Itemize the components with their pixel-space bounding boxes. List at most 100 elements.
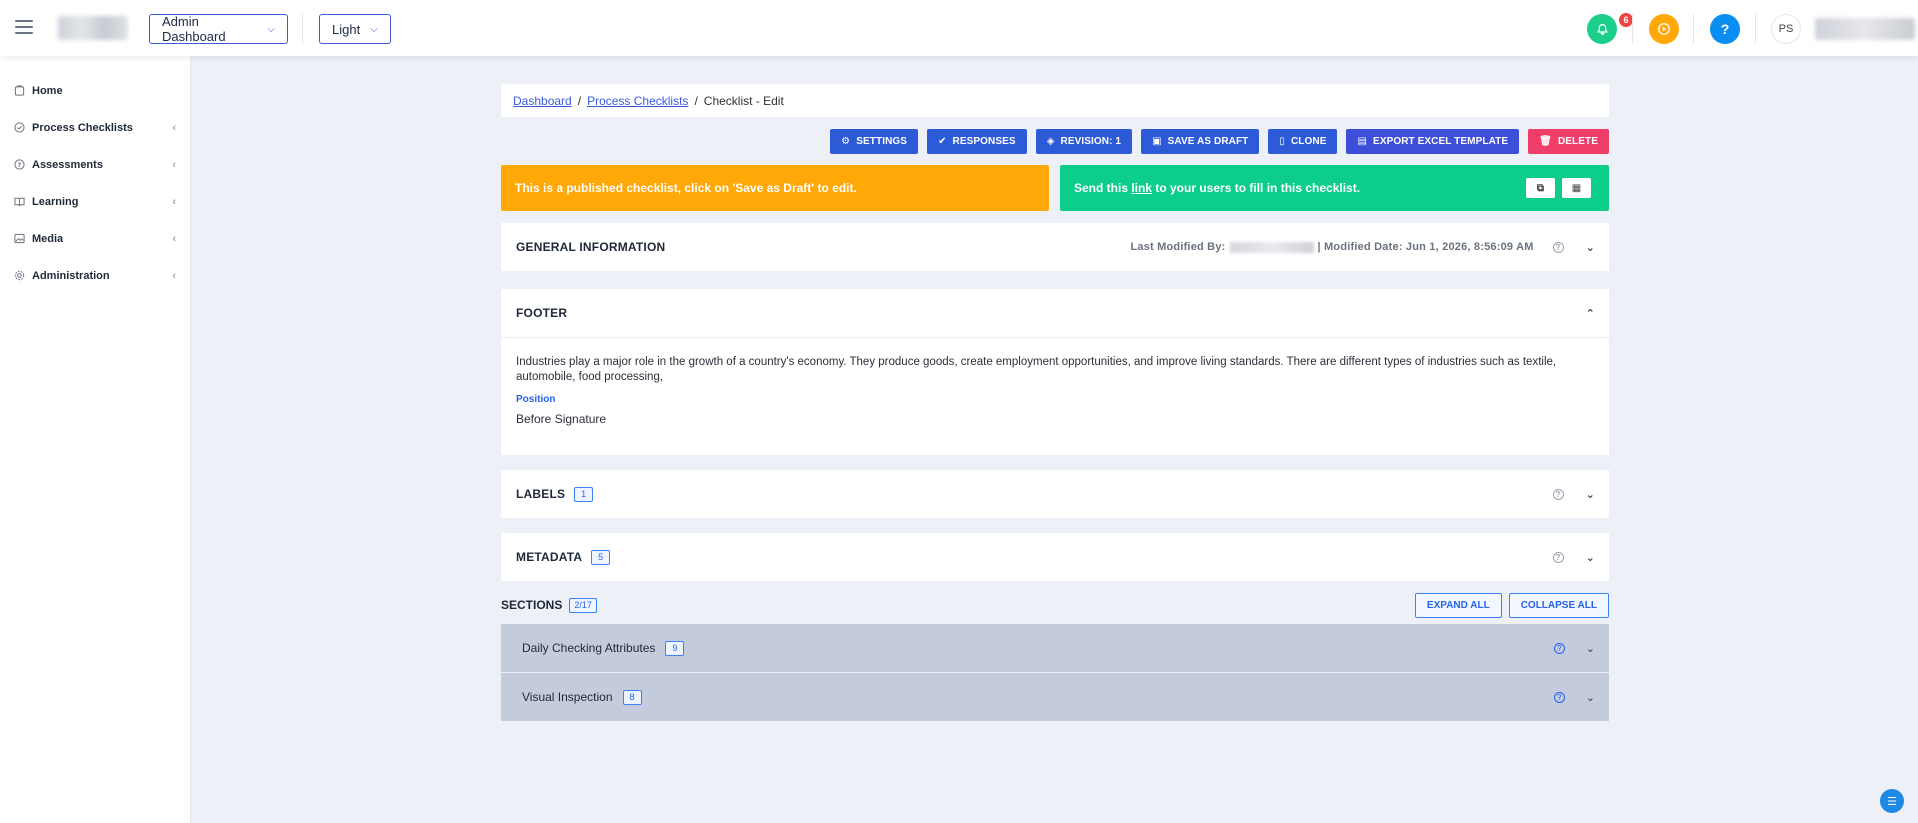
general-information-panel: GENERAL INFORMATION Last Modified By: | …: [501, 223, 1609, 271]
export-excel-template-button[interactable]: ▤ EXPORT EXCEL TEMPLATE: [1346, 129, 1520, 154]
chevron-left-icon: ‹: [172, 195, 176, 208]
export-button-label: EXPORT EXCEL TEMPLATE: [1373, 136, 1509, 147]
bell-icon[interactable]: [1587, 14, 1617, 44]
save-as-draft-button[interactable]: ▣ SAVE AS DRAFT: [1141, 129, 1260, 154]
top-bar: Admin Dashboard ⌵ Light ⌵ 6 ? PS: [0, 0, 1918, 56]
section-count-badge: 9: [665, 640, 685, 656]
footer-text: Industries play a major role in the grow…: [516, 356, 1557, 383]
metadata-header[interactable]: METADATA 5 ? ⌄: [501, 533, 1609, 581]
delete-button[interactable]: 🗑 DELETE: [1528, 129, 1609, 154]
labels-panel: LABELS 1 ? ⌄: [501, 470, 1609, 518]
chevron-left-icon: ‹: [172, 269, 176, 282]
menu-icon[interactable]: [15, 20, 33, 34]
clone-button[interactable]: ▯ CLONE: [1268, 129, 1338, 154]
help-icon[interactable]: ?: [1710, 14, 1740, 44]
expand-all-button[interactable]: EXPAND ALL: [1414, 592, 1502, 618]
section-count-badge: 8: [622, 689, 642, 705]
position-label: Position: [516, 394, 556, 405]
breadcrumb: Dashboard / Process Checklists / Checkli…: [501, 84, 1609, 117]
sidebar-item-label: Home: [32, 84, 63, 97]
sidebar-item-process-checklists[interactable]: Process Checklists ‹: [0, 109, 190, 146]
sidebar-item-media[interactable]: Media ‹: [0, 220, 190, 257]
help-circle-icon[interactable]: ?: [1552, 488, 1564, 500]
revision-button-label: REVISION: 1: [1060, 136, 1122, 147]
double-check-icon: ✔: [938, 136, 947, 147]
chevron-down-icon[interactable]: ⌄: [1586, 241, 1595, 254]
sections-title: SECTIONS: [501, 598, 563, 612]
footer-panel: FOOTER ⌃ Industries play a major role in…: [501, 289, 1609, 455]
help-circle-icon[interactable]: ?: [1552, 241, 1564, 253]
sidebar-item-label: Assessments: [32, 158, 103, 171]
divider: [1755, 14, 1756, 44]
gear-icon: [13, 270, 25, 282]
panel-title: METADATA: [516, 550, 583, 564]
labels-header[interactable]: LABELS 1 ? ⌄: [501, 470, 1609, 518]
home-icon: [13, 85, 25, 97]
chevron-down-icon[interactable]: ⌄: [1586, 488, 1595, 501]
chevron-up-icon[interactable]: ⌃: [1586, 307, 1595, 320]
settings-button[interactable]: ⚙ SETTINGS: [830, 129, 919, 154]
published-alert-text: This is a published checklist, click on …: [515, 181, 857, 195]
general-information-header[interactable]: GENERAL INFORMATION Last Modified By: | …: [501, 223, 1609, 271]
revision-button[interactable]: ◈ REVISION: 1: [1035, 129, 1133, 154]
chevron-down-icon[interactable]: ⌄: [1586, 642, 1595, 655]
last-modified-label: Last Modified By:: [1130, 241, 1226, 253]
clone-button-label: CLONE: [1290, 136, 1327, 147]
chevron-left-icon: ‹: [172, 158, 176, 171]
section-name: Daily Checking Attributes: [522, 641, 656, 655]
theme-select-value: Light: [332, 21, 361, 37]
file-icon: ▯: [1279, 136, 1285, 147]
check-circle-icon: [13, 122, 25, 134]
share-link[interactable]: link: [1131, 181, 1152, 195]
layers-icon: ◈: [1046, 136, 1055, 147]
avatar[interactable]: PS: [1771, 14, 1801, 44]
notification-count-badge: 6: [1619, 13, 1633, 27]
sections-count-badge: 2/17: [569, 597, 597, 613]
help-label: ?: [1720, 21, 1730, 37]
sidebar-item-label: Process Checklists: [32, 121, 133, 134]
list-menu-button[interactable]: ☰: [1880, 789, 1904, 813]
collapse-all-button[interactable]: COLLAPSE ALL: [1508, 592, 1609, 618]
settings-button-label: SETTINGS: [856, 136, 908, 147]
section-item[interactable]: Visual Inspection 8 ? ⌄: [501, 673, 1609, 721]
last-modified-info: Last Modified By: | Modified Date: Jun 1…: [1130, 241, 1533, 253]
share-link-text: Send this link to your users to fill in …: [1074, 181, 1360, 195]
sidebar-item-home[interactable]: Home: [0, 72, 190, 109]
trash-icon: 🗑: [1539, 136, 1552, 147]
chevron-down-icon[interactable]: ⌄: [1586, 551, 1595, 564]
help-circle-icon[interactable]: ?: [1553, 691, 1565, 703]
dashboard-select[interactable]: Admin Dashboard ⌵: [149, 14, 288, 44]
user-name[interactable]: [1815, 18, 1915, 40]
responses-button[interactable]: ✔ RESPONSES: [927, 129, 1027, 154]
divider: [1693, 14, 1694, 44]
breadcrumb-process-checklists-link[interactable]: Process Checklists: [587, 94, 688, 108]
logo: [58, 16, 128, 40]
footer-header[interactable]: FOOTER ⌃: [501, 289, 1609, 337]
modified-date: | Modified Date: Jun 1, 2026, 8:56:09 AM: [1317, 241, 1534, 253]
share-link-prefix: Send this: [1074, 181, 1132, 195]
breadcrumb-dashboard-link[interactable]: Dashboard: [513, 94, 572, 108]
gear-icon: ⚙: [841, 136, 851, 147]
chevron-down-icon[interactable]: ⌄: [1586, 691, 1595, 704]
sidebar-item-label: Administration: [32, 269, 110, 282]
section-name: Visual Inspection: [522, 690, 613, 704]
help-circle-icon[interactable]: ?: [1553, 642, 1565, 654]
sidebar-item-learning[interactable]: Learning ‹: [0, 183, 190, 220]
section-item[interactable]: Daily Checking Attributes 9 ? ⌄: [501, 624, 1609, 672]
qr-code-button[interactable]: ▦: [1562, 178, 1591, 198]
sidebar-item-assessments[interactable]: ? Assessments ‹: [0, 146, 190, 183]
copy-icon: ⧉: [1536, 182, 1545, 194]
chevron-left-icon: ‹: [172, 232, 176, 245]
panel-title: LABELS: [516, 487, 566, 501]
copy-link-button[interactable]: ⧉: [1526, 178, 1555, 198]
help-circle-icon[interactable]: ?: [1552, 551, 1564, 563]
theme-select[interactable]: Light ⌵: [319, 14, 391, 44]
delete-button-label: DELETE: [1557, 136, 1598, 147]
play-icon[interactable]: [1649, 14, 1679, 44]
sidebar-item-administration[interactable]: Administration ‹: [0, 257, 190, 294]
metadata-panel: METADATA 5 ? ⌄: [501, 533, 1609, 581]
save-icon: ▣: [1152, 136, 1162, 147]
breadcrumb-current: Checklist - Edit: [703, 93, 784, 108]
dashboard-select-value: Admin Dashboard: [162, 14, 226, 44]
chevron-down-icon: ⌵: [370, 23, 378, 35]
